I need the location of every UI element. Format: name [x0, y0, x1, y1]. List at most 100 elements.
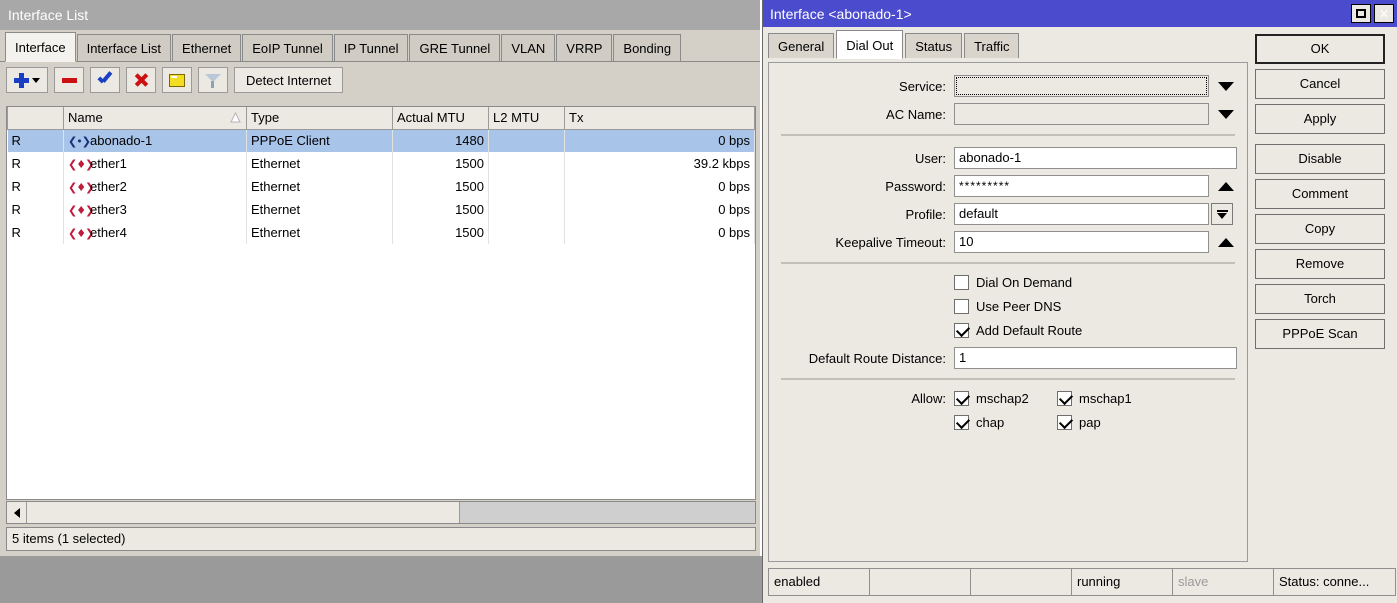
torch-button[interactable]: Torch	[1255, 284, 1385, 314]
status-slave: slave	[1172, 568, 1274, 596]
allow-pap: pap	[1057, 415, 1160, 430]
cell-name-label: ether4	[90, 225, 127, 240]
cell-type: Ethernet	[247, 221, 393, 244]
add-default-route-label: Add Default Route	[976, 323, 1082, 338]
comment-button[interactable]	[162, 67, 192, 93]
use-peer-dns-label: Use Peer DNS	[976, 299, 1061, 314]
tab-dial-out[interactable]: Dial Out	[836, 30, 903, 59]
tab-general[interactable]: General	[768, 33, 834, 58]
tab-bonding[interactable]: Bonding	[613, 34, 681, 61]
triangle-up-icon[interactable]	[1218, 238, 1234, 247]
scrollbar-thumb[interactable]	[27, 502, 460, 523]
table-row[interactable]: R ❮♦❯ether1 Ethernet 1500 39.2 kbps	[8, 152, 755, 175]
tab-ethernet[interactable]: Ethernet	[172, 34, 241, 61]
ok-button[interactable]: OK	[1255, 34, 1385, 64]
column-header-l2-mtu[interactable]: L2 MTU	[489, 107, 565, 129]
tab-eoip-tunnel[interactable]: EoIP Tunnel	[242, 34, 333, 61]
table-row[interactable]: R ❮•❯abonado-1 PPPoE Client 1480 0 bps	[8, 129, 755, 152]
tab-ip-tunnel[interactable]: IP Tunnel	[334, 34, 409, 61]
tab-interface-list[interactable]: Interface List	[77, 34, 171, 61]
add-interface-button[interactable]	[6, 67, 48, 93]
field-row-password: Password: *********	[769, 175, 1247, 197]
copy-button[interactable]: Copy	[1255, 214, 1385, 244]
checkbox-row-add-default-route: Add Default Route	[769, 323, 1247, 338]
triangle-down-icon[interactable]	[1218, 110, 1234, 119]
password-label: Password:	[769, 179, 954, 194]
allow-mschap1: mschap1	[1057, 391, 1160, 406]
service-label: Service:	[769, 79, 954, 94]
keepalive-timeout-label: Keepalive Timeout:	[769, 235, 954, 250]
maximize-icon[interactable]	[1351, 4, 1371, 23]
use-peer-dns-checkbox[interactable]	[954, 299, 969, 314]
dialog-status-bar: enabled running slave Status: conne...	[768, 568, 1395, 596]
cell-l2-mtu	[489, 152, 565, 175]
mschap2-label: mschap2	[976, 391, 1029, 406]
column-header-tx[interactable]: Tx	[565, 107, 755, 129]
scroll-left-arrow-icon[interactable]	[7, 502, 27, 523]
scrollbar-track[interactable]	[460, 502, 755, 523]
pppoe-scan-button[interactable]: PPPoE Scan	[1255, 319, 1385, 349]
comment-button[interactable]: Comment	[1255, 179, 1385, 209]
interface-table-container[interactable]: Name Type Actual MTU L2 MTU Tx R	[6, 106, 756, 500]
tab-status[interactable]: Status	[905, 33, 962, 58]
profile-input[interactable]: default	[954, 203, 1209, 225]
tab-vlan[interactable]: VLAN	[501, 34, 555, 61]
column-header-name-label: Name	[68, 110, 103, 125]
remove-button[interactable]: Remove	[1255, 249, 1385, 279]
service-input[interactable]	[954, 75, 1209, 97]
cell-l2-mtu	[489, 198, 565, 221]
filter-button[interactable]	[198, 67, 228, 93]
cell-name-label: ether1	[90, 156, 127, 171]
caret-down-icon	[32, 78, 40, 83]
cancel-button[interactable]: Cancel	[1255, 69, 1385, 99]
tab-interface[interactable]: Interface	[5, 32, 76, 62]
select-from-list-icon[interactable]	[1211, 203, 1233, 225]
cell-type: PPPoE Client	[247, 129, 393, 152]
column-header-actual-mtu[interactable]: Actual MTU	[393, 107, 489, 129]
add-default-route-checkbox[interactable]	[954, 323, 969, 338]
password-input[interactable]: *********	[954, 175, 1209, 197]
column-header-flag[interactable]	[8, 107, 64, 129]
allow-row-2: chap pap	[769, 415, 1247, 430]
triangle-up-icon[interactable]	[1218, 182, 1234, 191]
sort-ascending-icon	[230, 112, 241, 123]
pppoe-interface-icon: ❮•❯	[68, 135, 85, 148]
cell-name: ❮♦❯ether1	[64, 152, 247, 175]
user-input[interactable]: abonado-1	[954, 147, 1237, 169]
mschap1-checkbox[interactable]	[1057, 391, 1072, 406]
dial-on-demand-checkbox[interactable]	[954, 275, 969, 290]
enable-interface-button[interactable]	[90, 67, 120, 93]
remove-interface-button[interactable]	[54, 67, 84, 93]
dial-out-panel: Service: AC Name: User: abonado-1 Passwo…	[768, 62, 1248, 562]
column-header-type[interactable]: Type	[247, 107, 393, 129]
field-row-keepalive-timeout: Keepalive Timeout: 10	[769, 231, 1247, 253]
table-row[interactable]: R ❮♦❯ether2 Ethernet 1500 0 bps	[8, 175, 755, 198]
triangle-down-icon[interactable]	[1218, 82, 1234, 91]
ethernet-interface-icon: ❮♦❯	[68, 181, 85, 194]
table-row[interactable]: R ❮♦❯ether4 Ethernet 1500 0 bps	[8, 221, 755, 244]
tab-traffic[interactable]: Traffic	[964, 33, 1019, 58]
default-route-distance-input[interactable]: 1	[954, 347, 1237, 369]
keepalive-timeout-input[interactable]: 10	[954, 231, 1209, 253]
table-row[interactable]: R ❮♦❯ether3 Ethernet 1500 0 bps	[8, 198, 755, 221]
chap-checkbox[interactable]	[954, 415, 969, 430]
divider	[781, 134, 1235, 136]
disable-interface-button[interactable]	[126, 67, 156, 93]
close-icon[interactable]: ✕	[1374, 4, 1394, 23]
detect-internet-button[interactable]: Detect Internet	[234, 67, 343, 93]
tab-vrrp[interactable]: VRRP	[556, 34, 612, 61]
plus-icon	[14, 73, 29, 88]
mschap2-checkbox[interactable]	[954, 391, 969, 406]
tab-gre-tunnel[interactable]: GRE Tunnel	[409, 34, 500, 61]
field-row-profile: Profile: default	[769, 203, 1247, 225]
pap-checkbox[interactable]	[1057, 415, 1072, 430]
field-row-service: Service:	[769, 75, 1247, 97]
disable-button[interactable]: Disable	[1255, 144, 1385, 174]
column-header-name[interactable]: Name	[64, 107, 247, 129]
ethernet-interface-icon: ❮♦❯	[68, 204, 85, 217]
cell-flag: R	[8, 221, 64, 244]
ac-name-input[interactable]	[954, 103, 1209, 125]
horizontal-scrollbar[interactable]	[6, 501, 756, 524]
apply-button[interactable]: Apply	[1255, 104, 1385, 134]
ethernet-interface-icon: ❮♦❯	[68, 227, 85, 240]
